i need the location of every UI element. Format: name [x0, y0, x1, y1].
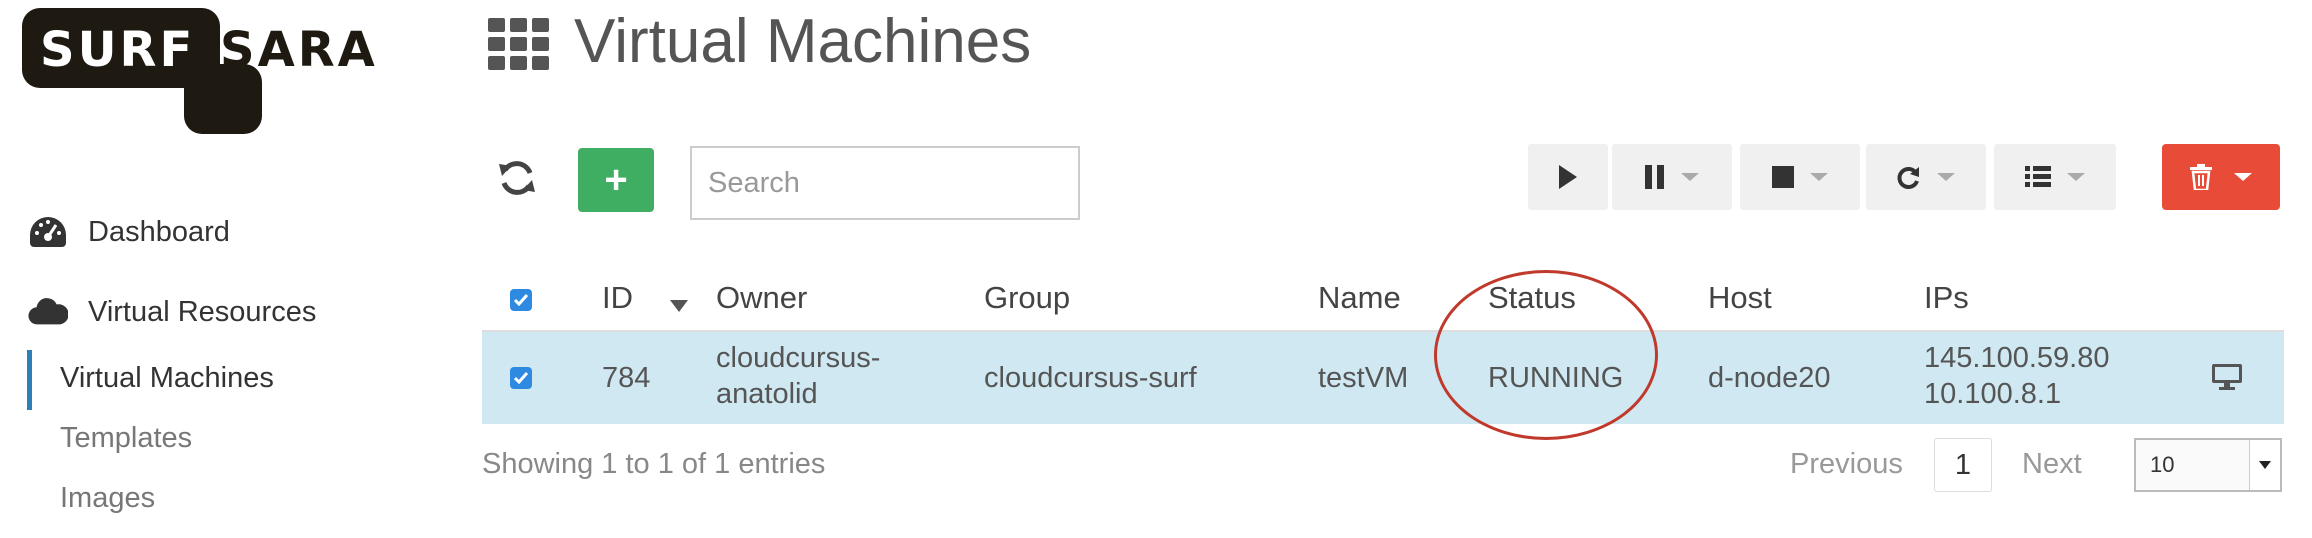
grid-icon: [488, 18, 552, 70]
column-header-host[interactable]: Host: [1708, 280, 1772, 316]
next-page-link[interactable]: Next: [2022, 448, 2082, 481]
checkmark-icon: [514, 294, 528, 306]
stop-button[interactable]: [1740, 144, 1860, 210]
monitor-icon[interactable]: [2212, 364, 2242, 395]
sidebar-item-virtual-machines[interactable]: Virtual Machines: [60, 362, 274, 395]
cell-ip-2: 10.100.8.1: [1924, 378, 2062, 410]
sidebar-item-dashboard[interactable]: Dashboard: [28, 212, 230, 252]
chevron-down-icon: [1937, 173, 1955, 181]
cell-owner-line1: cloudcursus-: [716, 342, 881, 374]
page-size-value: 10: [2150, 452, 2175, 477]
refresh-icon: [499, 161, 535, 195]
pause-icon: [1645, 165, 1664, 189]
pause-button[interactable]: [1612, 144, 1732, 210]
column-header-name[interactable]: Name: [1318, 280, 1401, 316]
page-title: Virtual Machines: [574, 7, 1032, 76]
table-info: Showing 1 to 1 of 1 entries: [482, 448, 826, 480]
column-header-ips[interactable]: IPs: [1924, 280, 1969, 316]
active-indicator: [27, 350, 32, 410]
column-header-group[interactable]: Group: [984, 280, 1070, 316]
cell-ip-1: 145.100.59.80: [1924, 342, 2110, 374]
page-size-select[interactable]: 10: [2134, 438, 2282, 492]
cloud-icon: [28, 292, 68, 332]
previous-page-link[interactable]: Previous: [1790, 448, 1903, 481]
delete-button[interactable]: [2162, 144, 2280, 210]
cell-owner-line2: anatolid: [716, 378, 818, 410]
logo-text-sara: SARA: [220, 22, 378, 78]
chevron-down-icon: [2234, 173, 2252, 181]
sidebar-item-label: Virtual Resources: [88, 295, 317, 328]
trash-icon: [2190, 164, 2212, 190]
chevron-down-icon[interactable]: [2249, 440, 2280, 490]
search-input[interactable]: [690, 146, 1080, 220]
surfsara-logo[interactable]: SURF SARA: [22, 8, 375, 134]
column-header-id[interactable]: ID: [602, 280, 633, 316]
sidebar-item-virtual-resources[interactable]: Virtual Resources: [28, 292, 316, 332]
cell-host: d-node20: [1708, 362, 1831, 394]
more-actions-button[interactable]: [1994, 144, 2116, 210]
select-all-checkbox[interactable]: [510, 289, 532, 311]
cell-group: cloudcursus-surf: [984, 362, 1197, 394]
chevron-down-icon: [1810, 173, 1828, 181]
reboot-icon: [1897, 167, 1919, 189]
column-header-owner[interactable]: Owner: [716, 280, 807, 316]
chevron-down-icon: [2067, 173, 2085, 181]
dashboard-gauge-icon: [28, 212, 68, 252]
add-vm-button[interactable]: +: [578, 148, 654, 212]
table-row[interactable]: 784 cloudcursus- anatolid cloudcursus-su…: [482, 332, 2284, 424]
list-icon: [2025, 166, 2051, 187]
play-icon: [1559, 165, 1577, 189]
sort-desc-icon[interactable]: [670, 300, 688, 312]
play-button[interactable]: [1528, 144, 1608, 210]
page-number-button[interactable]: 1: [1934, 438, 1992, 492]
cell-name: testVM: [1318, 362, 1409, 394]
status-highlight-annotation: [1434, 270, 1658, 440]
chevron-down-icon: [1681, 173, 1699, 181]
sidebar-item-images[interactable]: Images: [60, 482, 155, 515]
checkmark-icon: [514, 372, 528, 384]
logo-text-surf: SURF: [40, 22, 196, 78]
row-checkbox[interactable]: [510, 367, 532, 389]
cell-id: 784: [602, 362, 651, 394]
refresh-button[interactable]: [494, 148, 540, 208]
sidebar-item-label: Dashboard: [88, 215, 230, 248]
reboot-button[interactable]: [1866, 144, 1986, 210]
sidebar-item-templates[interactable]: Templates: [60, 422, 192, 455]
stop-icon: [1772, 166, 1794, 188]
